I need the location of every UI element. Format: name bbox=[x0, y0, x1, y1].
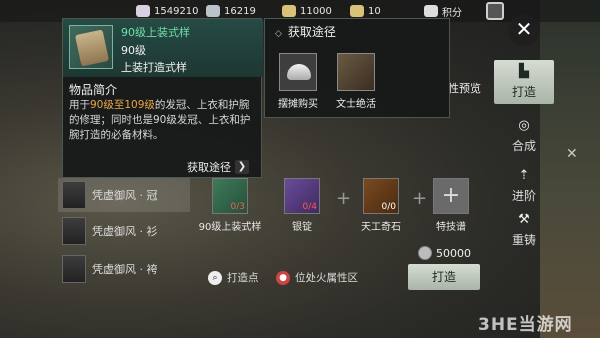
item-level: 90级 bbox=[121, 44, 146, 57]
item-thumbnail bbox=[69, 25, 113, 69]
scholar-scroll-icon bbox=[337, 53, 375, 91]
resource-value: 1549210 bbox=[154, 5, 199, 17]
fire-attribute-link[interactable]: ● 位处火属性区 bbox=[276, 270, 358, 285]
ingot-icon bbox=[282, 5, 296, 17]
material-slot[interactable]: 0/3 90级上装式样 bbox=[190, 178, 270, 233]
search-icon: ⌕ bbox=[208, 270, 222, 285]
description-heading: 物品简介 bbox=[69, 83, 118, 97]
popup-title: ◇ 获取途径 bbox=[275, 23, 336, 40]
material-slot[interactable]: 0/0 天工奇石 bbox=[341, 178, 421, 233]
close-button[interactable]: ✕ bbox=[508, 14, 540, 46]
watermark: 3HE当游网 bbox=[478, 315, 573, 335]
source-label: 摆摊购买 bbox=[278, 99, 318, 110]
description-highlight: 90级至109级 bbox=[90, 99, 155, 111]
item-type: 上装打造式样 bbox=[121, 61, 187, 74]
materials-row: 0/3 90级上装式样 0/4 银锭 + 0/0 天工奇石 + + 特技谱 bbox=[199, 178, 491, 238]
material-slot[interactable]: 0/4 银锭 bbox=[262, 178, 342, 233]
chevron-right-icon: ❯ bbox=[235, 160, 249, 174]
material-count: 0/0 bbox=[381, 202, 396, 212]
material-name: 特技谱 bbox=[436, 222, 466, 233]
hammer-icon: ⚒ bbox=[518, 212, 530, 227]
material-name: 银锭 bbox=[292, 222, 312, 233]
close-x-decoration: ✕ bbox=[566, 146, 578, 162]
tab-label: 打造 bbox=[511, 85, 536, 99]
silver-icon bbox=[206, 5, 220, 17]
tab-forge[interactable]: ▙ 打造 bbox=[494, 60, 554, 104]
list-item-label: 凭虚御风 · 袴 bbox=[92, 263, 158, 276]
silver-ingot-icon bbox=[279, 53, 317, 91]
trousers-icon bbox=[62, 255, 86, 283]
material-name: 90级上装式样 bbox=[198, 222, 262, 233]
tab-label: 合成 bbox=[511, 139, 536, 153]
material-count: 0/3 bbox=[230, 202, 245, 212]
settings-gear-icon[interactable] bbox=[486, 2, 504, 20]
tab-advance[interactable]: ⇡ 进阶 bbox=[494, 164, 554, 208]
location-pin-icon: ● bbox=[276, 270, 290, 285]
scroll-pattern-icon: 0/3 bbox=[212, 178, 248, 214]
resource-value: 16219 bbox=[224, 5, 256, 17]
resource-item: 1549210 bbox=[136, 3, 199, 19]
resource-value: 积分 bbox=[442, 7, 462, 19]
acquire-route-popup: ◇ 获取途径 摆摊购买 文士绝活 bbox=[264, 18, 450, 118]
item-header: 90级上装式样 90级 上装打造式样 bbox=[63, 19, 263, 77]
description-text: 用于 bbox=[69, 99, 90, 111]
garment-icon bbox=[62, 217, 86, 245]
tab-label: 重铸 bbox=[511, 233, 536, 247]
side-tabs: ▙ 打造 ◎ 合成 ⇡ 进阶 ⚒ 重铸 bbox=[494, 60, 554, 260]
resource-item: 16219 bbox=[206, 3, 256, 19]
resource-item[interactable]: 积分 bbox=[424, 3, 462, 19]
material-count: 0/4 bbox=[302, 202, 317, 212]
diamond-icon: ◇ bbox=[275, 29, 282, 39]
tab-combine[interactable]: ◎ 合成 bbox=[494, 114, 554, 158]
forge-button[interactable]: 打造 bbox=[408, 264, 480, 290]
resource-item: 10 bbox=[350, 3, 381, 19]
item-info-popup: 90级上装式样 90级 上装打造式样 物品简介 用于90级至109级的发冠、上衣… bbox=[62, 18, 263, 178]
link-label: 位处火属性区 bbox=[295, 272, 358, 284]
scroll-pattern-icon bbox=[74, 29, 110, 67]
resource-item: 11000 bbox=[282, 3, 332, 19]
character-avatar bbox=[62, 181, 86, 209]
coin-icon bbox=[418, 246, 432, 260]
dumpling-icon bbox=[136, 5, 150, 17]
score-icon bbox=[424, 5, 438, 17]
forge-point-link[interactable]: ⌕ 打造点 bbox=[208, 270, 259, 285]
item-name: 90级上装式样 bbox=[121, 26, 190, 39]
silver-ingot-icon: 0/4 bbox=[284, 178, 320, 214]
pouch-icon bbox=[350, 5, 364, 17]
source-label: 文士绝活 bbox=[336, 99, 376, 110]
resource-value: 10 bbox=[368, 5, 381, 17]
tab-reforge[interactable]: ⚒ 重铸 bbox=[494, 208, 554, 252]
attribute-preview-label[interactable]: 性预览 bbox=[448, 80, 481, 96]
list-item-label: 凭虚御风 · 冠 bbox=[92, 189, 158, 202]
heaven-stone-icon: 0/0 bbox=[363, 178, 399, 214]
list-item[interactable]: 凭虚御风 · 衫 bbox=[58, 214, 190, 248]
source-option[interactable]: 文士绝活 bbox=[329, 53, 383, 110]
add-slot-icon: + bbox=[433, 178, 469, 214]
popup-title-text: 获取途径 bbox=[287, 25, 336, 39]
cost-value: 50000 bbox=[436, 246, 471, 260]
game-screen: 1549210 16219 11000 10 积分 ✕ 性预览 ▙ 打造 ◎ 合成 … bbox=[0, 0, 600, 338]
material-slot[interactable]: + 特技谱 bbox=[411, 178, 491, 233]
link-label: 打造点 bbox=[227, 272, 259, 284]
source-option[interactable]: 摆摊购买 bbox=[271, 53, 325, 110]
list-item[interactable]: 凭虚御风 · 冠 bbox=[58, 178, 190, 212]
resource-value: 11000 bbox=[300, 5, 332, 17]
list-item[interactable]: 凭虚御风 · 袴 bbox=[58, 252, 190, 286]
tab-label: 进阶 bbox=[511, 189, 536, 203]
combine-icon: ◎ bbox=[518, 118, 530, 133]
item-description: 用于90级至109级的发冠、上衣和护腕的修理；同时也是90级发冠、上衣和护腕打造… bbox=[69, 98, 257, 143]
anvil-icon: ▙ bbox=[519, 64, 529, 79]
equipment-list: 凭虚御风 · 冠 凭虚御风 · 衫 凭虚御风 · 袴 bbox=[58, 178, 190, 288]
material-name: 天工奇石 bbox=[361, 222, 401, 233]
list-item-label: 凭虚御风 · 衫 bbox=[92, 225, 158, 238]
acquire-route-button[interactable]: 获取途径 ❯ bbox=[187, 159, 249, 175]
acquire-label: 获取途径 bbox=[187, 161, 231, 174]
forge-cost: 50000 bbox=[418, 246, 471, 260]
upgrade-icon: ⇡ bbox=[518, 168, 530, 183]
ingot-shape bbox=[287, 64, 311, 80]
